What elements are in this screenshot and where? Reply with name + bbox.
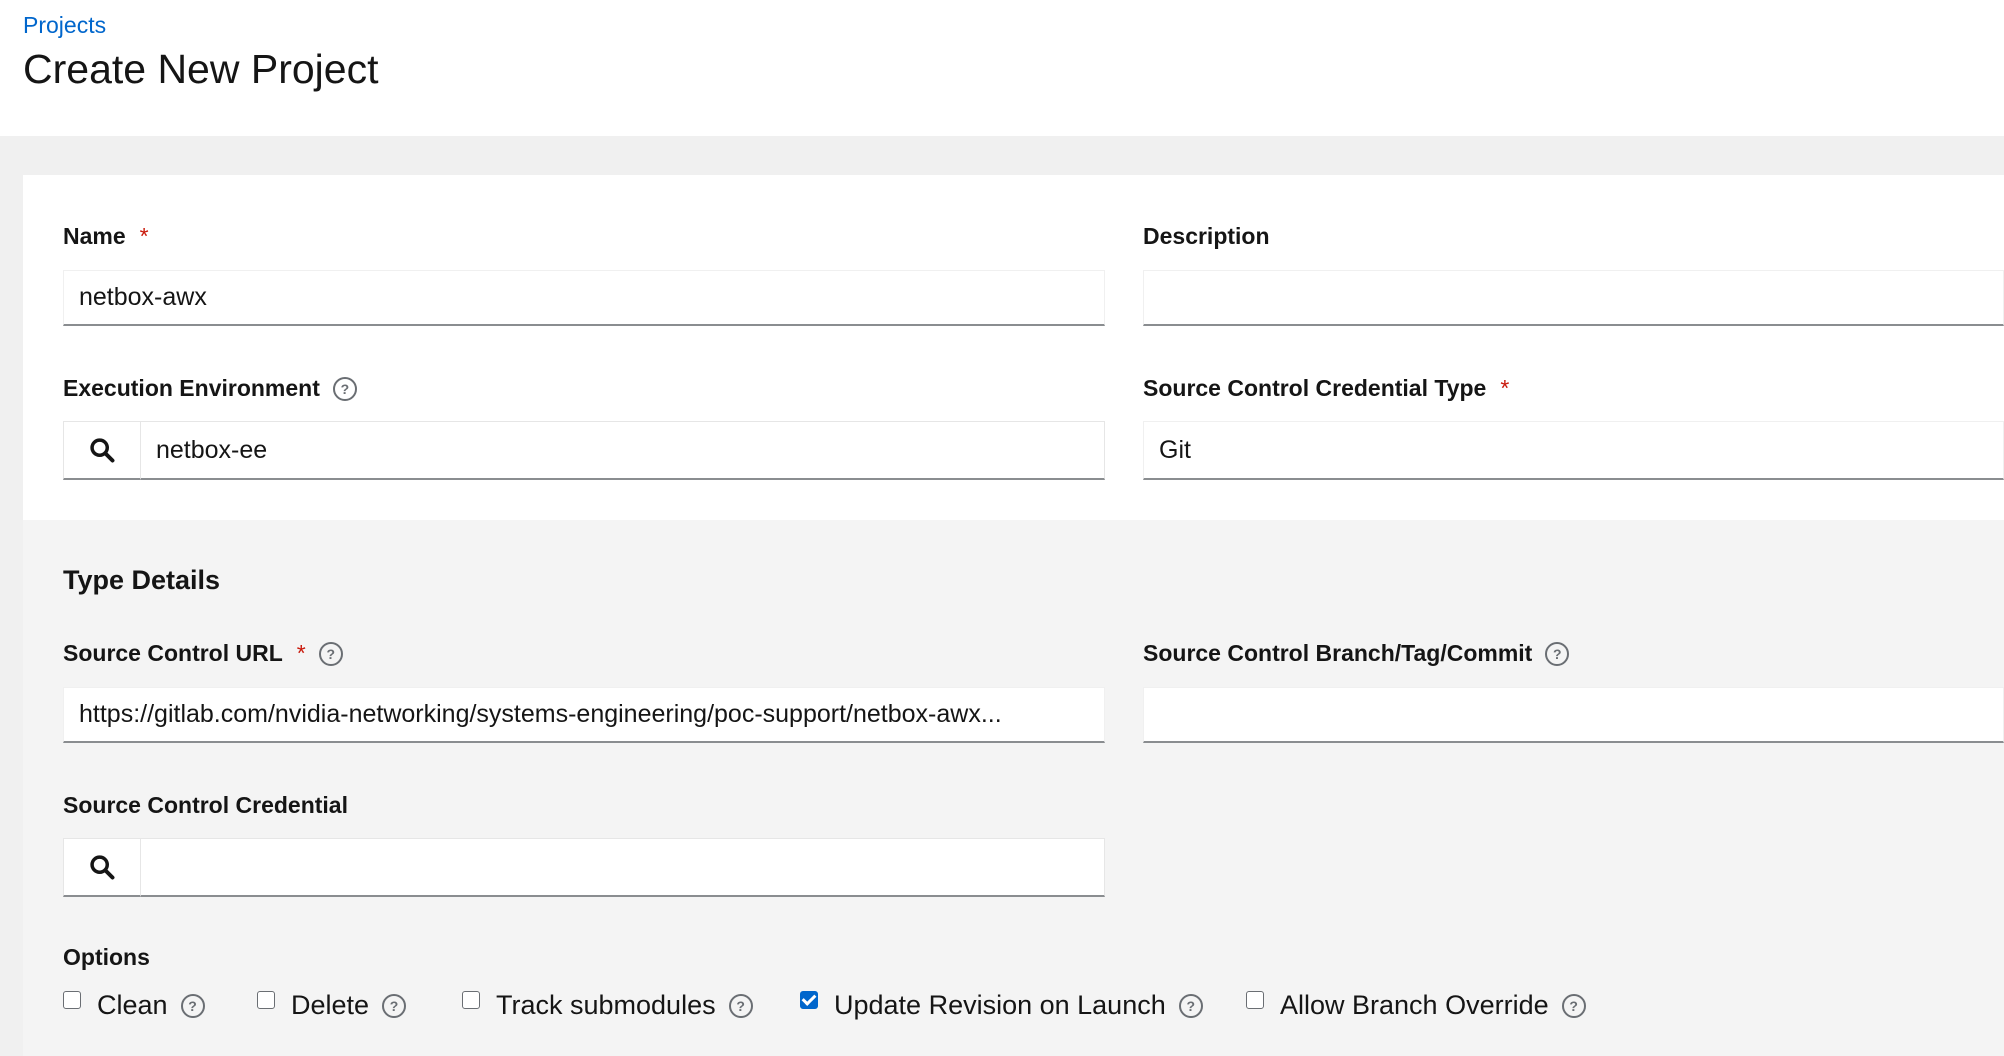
question-circle-icon[interactable]: ? [1561,993,1586,1018]
options-label: Options [63,944,150,971]
question-circle-icon[interactable]: ? [1545,641,1570,666]
breadcrumb-projects-link[interactable]: Projects [23,12,106,39]
execution-environment-input[interactable]: netbox-ee [141,421,1105,480]
question-circle-icon[interactable]: ? [382,993,407,1018]
scm-credential-search-button[interactable] [63,838,141,897]
scm-type-label: Source Control Credential Type * [1143,375,1509,402]
search-icon [90,438,115,463]
execution-environment-label-text: Execution Environment [63,375,320,401]
scm-branch-label: Source Control Branch/Tag/Commit ? [1143,640,1570,667]
execution-environment-search-button[interactable] [63,421,141,480]
scm-credential-label-text: Source Control Credential [63,792,348,818]
scm-type-value: Git [1159,435,1191,464]
scm-credential-label: Source Control Credential [63,792,348,819]
scm-credential-input[interactable] [141,838,1105,897]
scm-branch-label-text: Source Control Branch/Tag/Commit [1143,640,1533,666]
track-submodules-label: Track submodules [496,990,716,1020]
option-allow-branch-override: Allow Branch Override ? [1246,990,1586,1021]
type-details-section [23,520,2004,1056]
description-input[interactable] [1143,270,2004,326]
option-delete: Delete ? [257,990,407,1021]
page-title: Create New Project [23,46,379,92]
allow-branch-override-label: Allow Branch Override [1280,990,1549,1020]
options-label-text: Options [63,944,150,970]
execution-environment-value: netbox-ee [156,435,268,464]
delete-label: Delete [291,990,370,1020]
update-revision-label: Update Revision on Launch [834,990,1166,1020]
scm-url-label: Source Control URL * ? [63,640,343,667]
search-icon [90,855,115,880]
track-submodules-checkbox[interactable] [462,990,480,1009]
execution-environment-lookup: netbox-ee [63,421,1105,480]
option-track-submodules: Track submodules ? [462,990,753,1021]
type-details-title: Type Details [63,565,221,595]
name-label: Name * [63,223,149,250]
update-revision-checkbox[interactable] [800,990,818,1009]
required-marker: * [139,223,149,249]
description-label: Description [1143,223,1270,250]
page-header: Projects Create New Project [0,0,2004,136]
question-circle-icon[interactable]: ? [728,993,753,1018]
option-update-revision: Update Revision on Launch ? [800,990,1203,1021]
name-label-text: Name [63,223,126,249]
scm-url-value: https://gitlab.com/nvidia-networking/sys… [79,700,1002,728]
delete-checkbox[interactable] [257,990,275,1009]
scm-type-label-text: Source Control Credential Type [1143,375,1487,401]
required-marker: * [1500,375,1510,401]
name-input-value: netbox-awx [79,283,207,311]
clean-label: Clean [97,990,168,1020]
scm-type-select[interactable]: Git [1143,421,2004,480]
required-marker: * [296,640,306,666]
question-circle-icon[interactable]: ? [332,376,357,401]
question-circle-icon[interactable]: ? [1178,993,1203,1018]
question-circle-icon[interactable]: ? [180,993,205,1018]
allow-branch-override-checkbox[interactable] [1246,990,1264,1009]
scm-url-label-text: Source Control URL [63,640,283,666]
scm-branch-input[interactable] [1143,687,2004,743]
execution-environment-label: Execution Environment ? [63,375,357,402]
question-circle-icon[interactable]: ? [318,641,343,666]
clean-checkbox[interactable] [63,990,81,1009]
description-label-text: Description [1143,223,1270,249]
scm-url-input[interactable]: https://gitlab.com/nvidia-networking/sys… [63,687,1105,743]
option-clean: Clean ? [63,990,205,1021]
name-input[interactable]: netbox-awx [63,270,1105,326]
scm-credential-lookup [63,838,1105,897]
